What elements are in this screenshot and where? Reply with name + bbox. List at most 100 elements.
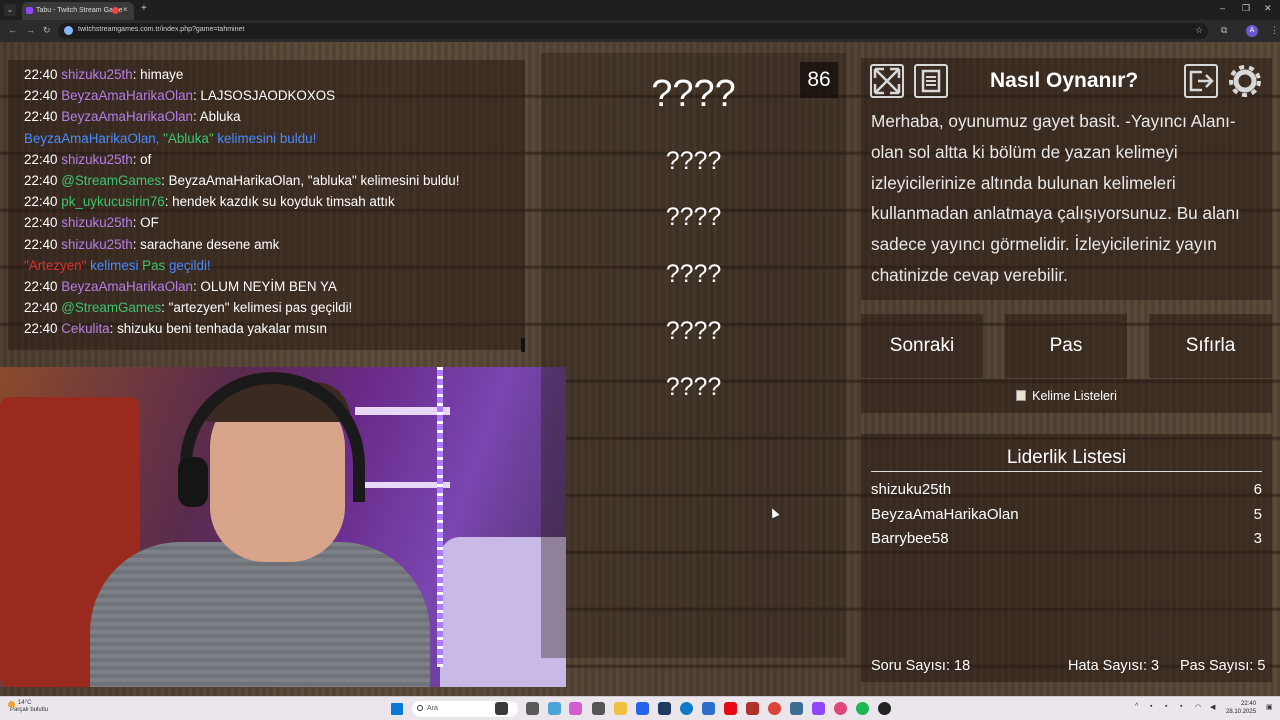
- extensions-icon[interactable]: ⧉: [1221, 25, 1227, 36]
- chat-username[interactable]: "Artezyen": [24, 258, 86, 273]
- streamer-body: [90, 542, 430, 687]
- weather-widget[interactable]: 14°C Parçalı bulutlu: [8, 700, 48, 714]
- copilot-icon[interactable]: [569, 702, 582, 715]
- chat-text: "Abluka": [163, 130, 214, 146]
- settings-gear-icon[interactable]: [1228, 64, 1262, 98]
- reload-icon[interactable]: ↻: [43, 25, 51, 36]
- chat-timestamp: 22:40: [24, 109, 58, 125]
- tray-icon[interactable]: ▪: [1165, 703, 1167, 710]
- chat-username[interactable]: BeyzaAmaHarikaOlan: [61, 109, 193, 124]
- tray-overflow-icon[interactable]: ^: [1135, 703, 1138, 710]
- profile-avatar[interactable]: A: [1246, 25, 1258, 37]
- app-icon[interactable]: [878, 702, 891, 715]
- widgets-icon[interactable]: [495, 702, 508, 715]
- taskbar: 14°C Parçalı bulutlu Ara ^ ▪ ▪ ▪ ◠ ◀ 22:…: [0, 696, 1280, 720]
- fullscreen-icon[interactable]: [870, 64, 904, 98]
- system-clock[interactable]: 22:40 28.10.2025: [1226, 700, 1256, 716]
- restore-icon[interactable]: ❐: [1242, 3, 1250, 14]
- notification-icon[interactable]: ▣: [1266, 703, 1273, 711]
- edge-icon[interactable]: [680, 702, 693, 715]
- leaderboard-row: shizuku25th 6: [871, 481, 1262, 498]
- spotify-icon[interactable]: [856, 702, 869, 715]
- chat-text: geçildi!: [165, 257, 211, 273]
- chat-username[interactable]: shizuku25th: [61, 67, 132, 82]
- site-info-icon[interactable]: [64, 26, 73, 35]
- chat-username[interactable]: @StreamGames: [61, 300, 161, 315]
- task-view-icon[interactable]: [526, 702, 539, 715]
- chat-username[interactable]: Cekulita: [61, 321, 109, 336]
- chat-message: 22:40 BeyzaAmaHarikaOlan: Abluka: [24, 106, 525, 127]
- new-tab-button[interactable]: +: [141, 3, 147, 14]
- obs-icon[interactable]: [812, 702, 825, 715]
- chrome-icon[interactable]: [768, 702, 781, 715]
- chat-message: 22:40 @StreamGames: BeyzaAmaHarikaOlan, …: [24, 170, 525, 191]
- notepad-icon: [1016, 390, 1027, 401]
- photos-icon[interactable]: [548, 702, 561, 715]
- wifi-icon[interactable]: ◠: [1195, 703, 1201, 711]
- netflix-icon[interactable]: [724, 702, 737, 715]
- chat-username[interactable]: BeyzaAmaHarikaOlan,: [24, 131, 163, 146]
- chat-message: "Artezyen" kelimesi Pas geçildi!: [24, 255, 525, 276]
- player-score: 3: [1253, 530, 1262, 547]
- chat-username[interactable]: @StreamGames: [61, 173, 161, 188]
- store-icon[interactable]: [702, 702, 715, 715]
- leaderboard-row: BeyzaAmaHarikaOlan 5: [871, 506, 1262, 523]
- chat-timestamp: 22:40: [24, 279, 58, 295]
- chat-message: 22:40 shizuku25th: OF: [24, 212, 525, 233]
- chat-username[interactable]: shizuku25th: [61, 215, 132, 230]
- chat-message: 22:40 BeyzaAmaHarikaOlan: LAJSOSJAODKOXO…: [24, 85, 525, 106]
- forbidden-word: ????: [665, 373, 722, 401]
- start-button-icon[interactable]: [391, 703, 403, 715]
- word-lists-label: Kelime Listeleri: [1032, 389, 1117, 403]
- menu-kebab-icon[interactable]: ⋮: [1270, 25, 1279, 36]
- chat-timestamp: 22:40: [24, 151, 58, 167]
- leaderboard-row: Barrybee58 3: [871, 530, 1262, 547]
- tab-search-button[interactable]: ⌄: [4, 4, 16, 16]
- chat-message: 22:40 @StreamGames: "artezyen" kelimesi …: [24, 297, 525, 318]
- pass-button[interactable]: Pas: [1005, 314, 1127, 378]
- chat-scrollbar[interactable]: [521, 338, 525, 352]
- tray-icon[interactable]: ▪: [1180, 703, 1182, 710]
- logout-icon[interactable]: [1184, 64, 1218, 98]
- chat-username[interactable]: shizuku25th: [61, 152, 132, 167]
- chat-text: : "artezyen" kelimesi pas geçildi!: [161, 300, 353, 316]
- back-icon[interactable]: ←: [8, 25, 17, 35]
- reset-button[interactable]: Sıfırla: [1149, 314, 1272, 378]
- app-icon[interactable]: [592, 702, 605, 715]
- leaderboard-title: Liderlik Listesi: [1006, 447, 1127, 468]
- address-toolbar: ← → ↻ twitchstreamgames.com.tr/index.php…: [0, 20, 1280, 42]
- audio-playing-icon[interactable]: [112, 7, 119, 14]
- url-field[interactable]: twitchstreamgames.com.tr/index.php?game=…: [58, 23, 1208, 39]
- chat-text: : Abluka: [192, 109, 241, 125]
- chat-username[interactable]: pk_uykucusirin76: [61, 194, 164, 209]
- file-explorer-icon[interactable]: [614, 702, 627, 715]
- error-count: Hata Sayısı: 3: [1068, 658, 1160, 674]
- app-icon[interactable]: [658, 702, 671, 715]
- chat-timestamp: 22:40: [24, 236, 58, 252]
- app-icon[interactable]: [746, 702, 759, 715]
- word-lists-button[interactable]: Kelime Listeleri: [861, 379, 1272, 413]
- chat-username[interactable]: BeyzaAmaHarikaOlan: [61, 88, 193, 103]
- tab-title: Tabu - Twitch Stream Game: [36, 7, 123, 14]
- minimize-icon[interactable]: –: [1220, 3, 1225, 13]
- bookmark-star-icon[interactable]: ☆: [1195, 25, 1203, 36]
- clock-date: 28.10.2025: [1226, 709, 1257, 715]
- browser-tab[interactable]: Tabu - Twitch Stream Game ×: [22, 2, 134, 20]
- browser-tab-strip: ⌄ Tabu - Twitch Stream Game × + – ❐ ✕: [0, 0, 1280, 20]
- game-area: 22:40 shizuku25th: himaye 22:40 BeyzaAmaH…: [0, 42, 1280, 696]
- weather-icon: [8, 701, 15, 708]
- app-icon[interactable]: [790, 702, 803, 715]
- tray-icon[interactable]: ▪: [1150, 703, 1152, 710]
- outlook-icon[interactable]: [636, 702, 649, 715]
- rules-document-icon[interactable]: [914, 64, 948, 98]
- chat-username[interactable]: BeyzaAmaHarikaOlan: [61, 279, 193, 294]
- chat-username[interactable]: shizuku25th: [61, 237, 132, 252]
- close-tab-icon[interactable]: ×: [123, 5, 128, 14]
- chat-message: 22:40 pk_uykucusirin76: hendek kazdık su…: [24, 191, 525, 212]
- next-button[interactable]: Sonraki: [861, 314, 983, 378]
- twitch-favicon-icon: [26, 7, 33, 14]
- forward-icon[interactable]: →: [26, 25, 35, 35]
- close-window-icon[interactable]: ✕: [1264, 3, 1272, 14]
- app-icon[interactable]: [834, 702, 847, 715]
- volume-icon[interactable]: ◀: [1210, 703, 1215, 711]
